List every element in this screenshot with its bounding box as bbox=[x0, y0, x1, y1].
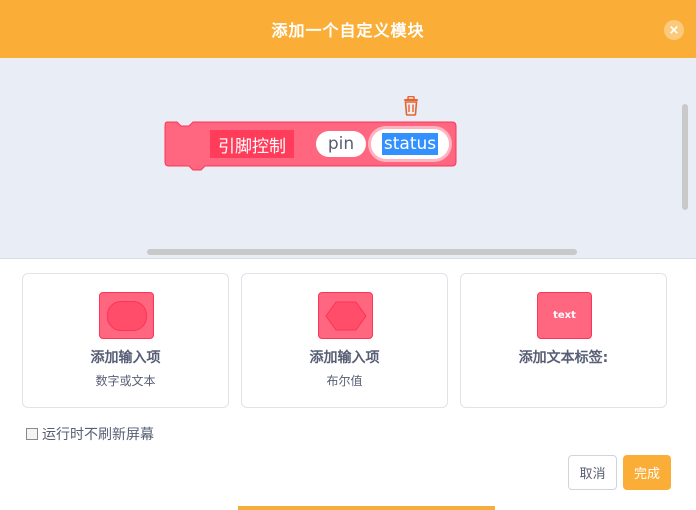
add-text-label-card[interactable]: text 添加文本标签: bbox=[460, 273, 667, 408]
close-icon: × bbox=[668, 22, 680, 38]
card-title: 添加文本标签: bbox=[518, 350, 609, 366]
card-subtitle: 布尔值 bbox=[326, 374, 363, 388]
background-strip bbox=[238, 506, 495, 510]
vertical-scrollbar[interactable] bbox=[682, 104, 688, 210]
boolean-input-swatch bbox=[318, 292, 373, 339]
block-input-status[interactable]: status bbox=[371, 129, 449, 159]
run-without-refresh-label: 运行时不刷新屏幕 bbox=[42, 427, 154, 443]
card-title: 添加输入项 bbox=[90, 350, 161, 366]
close-button[interactable]: × bbox=[664, 20, 684, 40]
run-without-refresh-checkbox[interactable] bbox=[26, 428, 38, 440]
dialog-header: 添加一个自定义模块 × bbox=[0, 0, 696, 58]
block-preview-workspace[interactable]: 引脚控制 pin status bbox=[0, 58, 696, 259]
rounded-input-icon bbox=[106, 300, 147, 331]
text-label-swatch-text: text bbox=[553, 310, 576, 321]
hexagon-input-icon bbox=[324, 301, 367, 330]
block-input-pin-text: pin bbox=[327, 134, 355, 154]
card-title: 添加输入项 bbox=[309, 350, 380, 366]
number-text-input-swatch bbox=[99, 292, 154, 339]
card-subtitle: 数字或文本 bbox=[95, 374, 156, 388]
ok-button[interactable]: 完成 bbox=[623, 455, 671, 490]
cancel-button[interactable]: 取消 bbox=[568, 455, 617, 490]
trash-icon[interactable] bbox=[402, 96, 420, 116]
dialog-title: 添加一个自定义模块 bbox=[271, 21, 425, 40]
run-without-refresh-option[interactable]: 运行时不刷新屏幕 bbox=[26, 424, 154, 444]
block-input-pin[interactable]: pin bbox=[316, 131, 366, 157]
horizontal-scrollbar[interactable] bbox=[147, 249, 577, 255]
text-label-swatch: text bbox=[537, 292, 592, 339]
block-input-status-text: status bbox=[381, 133, 439, 155]
add-input-boolean-card[interactable]: 添加输入项 布尔值 bbox=[241, 273, 448, 408]
block-label-text[interactable]: 引脚控制 bbox=[210, 130, 294, 158]
custom-block-dialog: 添加一个自定义模块 × 引脚控制 pin status 添加输入项 数字或文本 … bbox=[0, 0, 696, 510]
add-input-number-text-card[interactable]: 添加输入项 数字或文本 bbox=[22, 273, 229, 408]
